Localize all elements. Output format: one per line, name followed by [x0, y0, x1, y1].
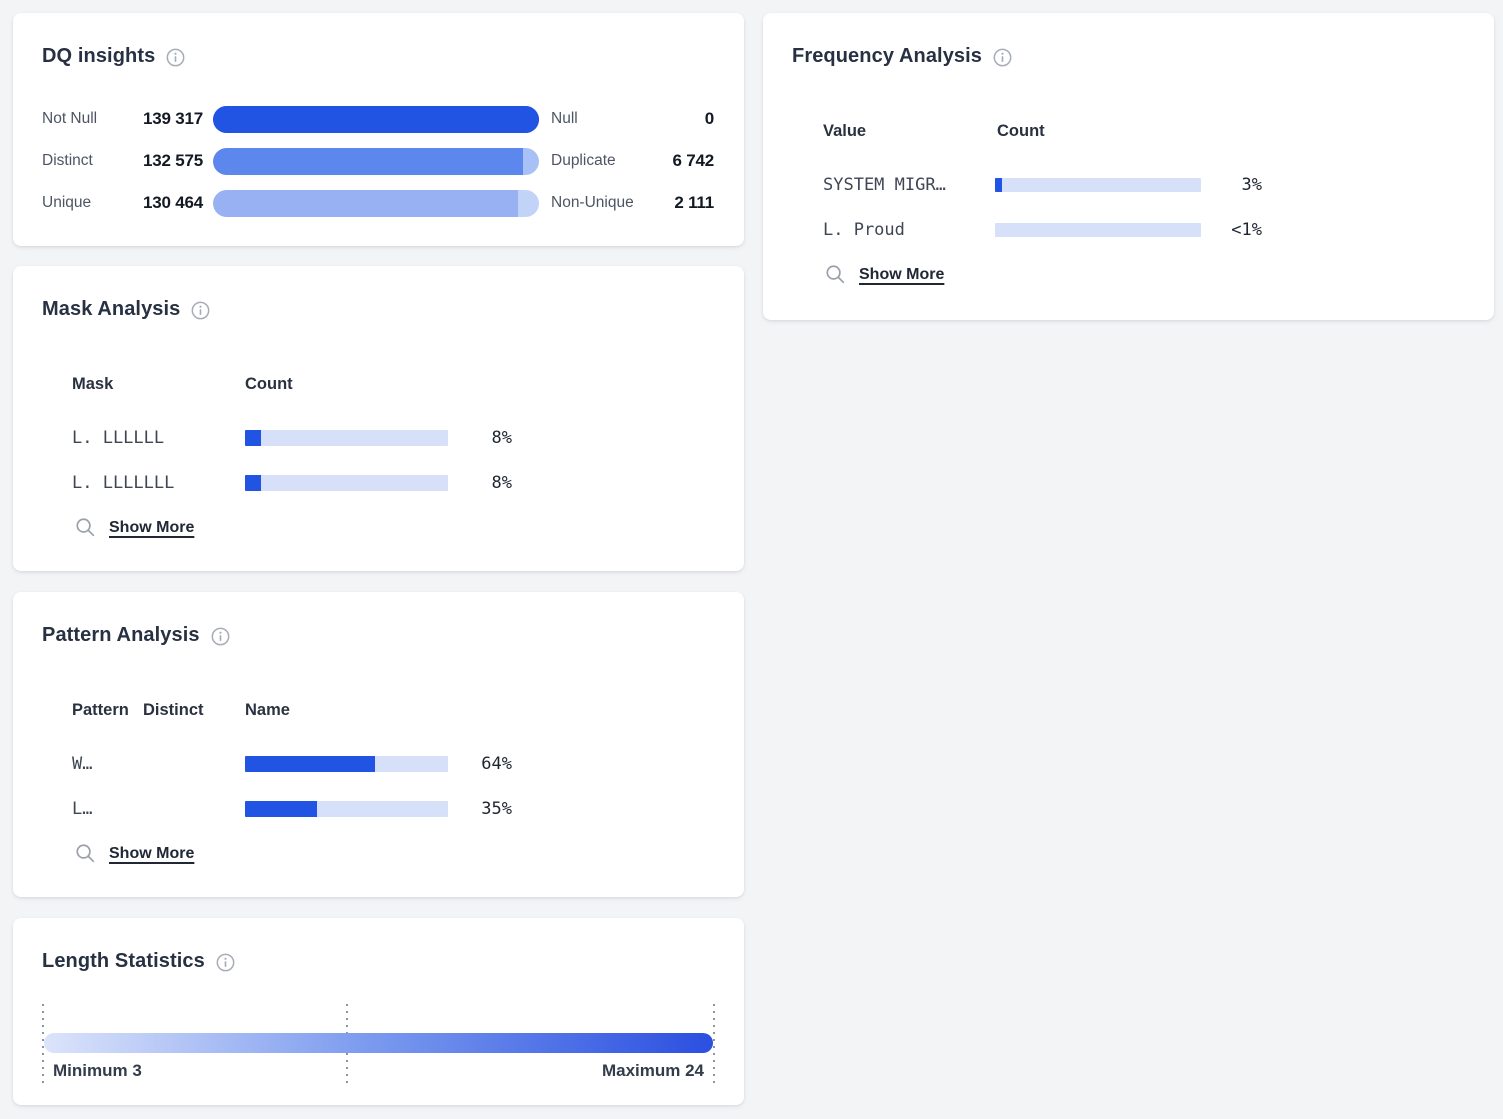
search-icon — [825, 264, 846, 285]
dq-row-right-value: 0 — [573, 109, 714, 129]
dq-insights-title-label: DQ insights — [42, 45, 155, 68]
frequency-analysis-card: Frequency Analysis Value Count SYSTEM MI… — [763, 13, 1494, 320]
show-more-link[interactable]: Show More — [75, 517, 194, 538]
count-bar-fill — [995, 178, 1002, 192]
dq-bar-fill — [213, 106, 539, 133]
show-more-label: Show More — [859, 266, 944, 284]
minimum-label: Minimum 3 — [53, 1061, 142, 1081]
info-icon[interactable] — [993, 48, 1012, 67]
mask-analysis-title: Mask Analysis — [42, 298, 210, 321]
dq-row-value: 132 575 — [99, 151, 203, 171]
count-bar-fill — [245, 430, 261, 446]
count-bar-fill — [245, 801, 317, 817]
frequency-row: L. Proud <1% — [763, 222, 1494, 238]
dq-row-right-value: 2 111 — [573, 193, 714, 213]
info-icon[interactable] — [216, 953, 235, 972]
mask-value: L. LLLLLLL — [72, 473, 174, 493]
frequency-analysis-title-label: Frequency Analysis — [792, 45, 982, 68]
dq-bar-track — [213, 148, 539, 175]
column-header-mask: Mask — [72, 375, 113, 394]
column-header-distinct: Distinct — [143, 701, 204, 720]
column-header-value: Value — [823, 122, 866, 141]
dq-insights-card: DQ insights Not Null 139 317 Null 0 Dist… — [13, 13, 744, 246]
dq-insights-title: DQ insights — [42, 45, 185, 68]
mask-analysis-card: Mask Analysis Mask Count L. LLLLLL 8% L.… — [13, 266, 744, 571]
pattern-row: L… 35% — [13, 801, 744, 817]
mask-analysis-title-label: Mask Analysis — [42, 298, 180, 321]
dq-row-value: 130 464 — [99, 193, 203, 213]
pattern-percent: 35% — [439, 799, 512, 819]
count-bar-track — [995, 223, 1201, 237]
frequency-value: SYSTEM MIGR… — [823, 175, 946, 195]
length-statistics-title-label: Length Statistics — [42, 950, 205, 973]
dq-row-value: 139 317 — [99, 109, 203, 129]
pattern-value: L… — [72, 799, 92, 819]
maximum-label: Maximum 24 — [602, 1061, 704, 1081]
frequency-percent: 3% — [1193, 175, 1262, 195]
count-bar-fill — [245, 475, 261, 491]
count-bar-track — [245, 430, 448, 446]
dq-bar-track — [213, 190, 539, 217]
count-bar-track — [245, 475, 448, 491]
frequency-value: L. Proud — [823, 220, 905, 240]
pattern-analysis-title-label: Pattern Analysis — [42, 624, 200, 647]
show-more-label: Show More — [109, 519, 194, 537]
dq-bar-fill — [213, 190, 518, 217]
info-icon[interactable] — [211, 627, 230, 646]
frequency-row: SYSTEM MIGR… 3% — [763, 177, 1494, 193]
count-bar-track — [995, 178, 1201, 192]
mask-percent: 8% — [439, 428, 512, 448]
frequency-analysis-title: Frequency Analysis — [792, 45, 1012, 68]
info-icon[interactable] — [166, 48, 185, 67]
dq-row-unique: Unique 130 464 Non-Unique 2 111 — [13, 190, 744, 217]
pattern-percent: 64% — [439, 754, 512, 774]
column-header-count: Count — [245, 375, 293, 394]
column-header-pattern: Pattern — [72, 701, 129, 720]
dq-bar-track — [213, 106, 539, 133]
length-statistics-title: Length Statistics — [42, 950, 235, 973]
count-bar-track — [245, 801, 448, 817]
count-bar-fill — [245, 756, 375, 772]
dq-row-label: Not Null — [42, 110, 97, 128]
count-bar-track — [245, 756, 448, 772]
mask-row: L. LLLLLLL 8% — [13, 475, 744, 491]
frequency-percent: <1% — [1193, 220, 1262, 240]
length-statistics-card: Length Statistics Minimum 3 Maximum 24 — [13, 918, 744, 1105]
dq-row-right-value: 6 742 — [573, 151, 714, 171]
mask-row: L. LLLLLL 8% — [13, 430, 744, 446]
dq-row-label: Unique — [42, 194, 91, 212]
dq-row-distinct: Distinct 132 575 Duplicate 6 742 — [13, 148, 744, 175]
pattern-analysis-title: Pattern Analysis — [42, 624, 230, 647]
show-more-link[interactable]: Show More — [825, 264, 944, 285]
show-more-link[interactable]: Show More — [75, 843, 194, 864]
search-icon — [75, 517, 96, 538]
max-marker-line — [713, 1004, 715, 1083]
show-more-label: Show More — [109, 845, 194, 863]
column-header-name: Name — [245, 701, 290, 720]
dq-bar-fill — [213, 148, 523, 175]
pattern-analysis-card: Pattern Analysis Pattern Distinct Name W… — [13, 592, 744, 897]
pattern-row: W… 64% — [13, 756, 744, 772]
mask-percent: 8% — [439, 473, 512, 493]
dq-row-label: Distinct — [42, 152, 93, 170]
dq-row-not-null: Not Null 139 317 Null 0 — [13, 106, 744, 133]
mask-value: L. LLLLLL — [72, 428, 164, 448]
column-header-count: Count — [997, 122, 1045, 141]
info-icon[interactable] — [191, 301, 210, 320]
length-range-bar — [44, 1033, 713, 1053]
search-icon — [75, 843, 96, 864]
pattern-value: W… — [72, 754, 92, 774]
